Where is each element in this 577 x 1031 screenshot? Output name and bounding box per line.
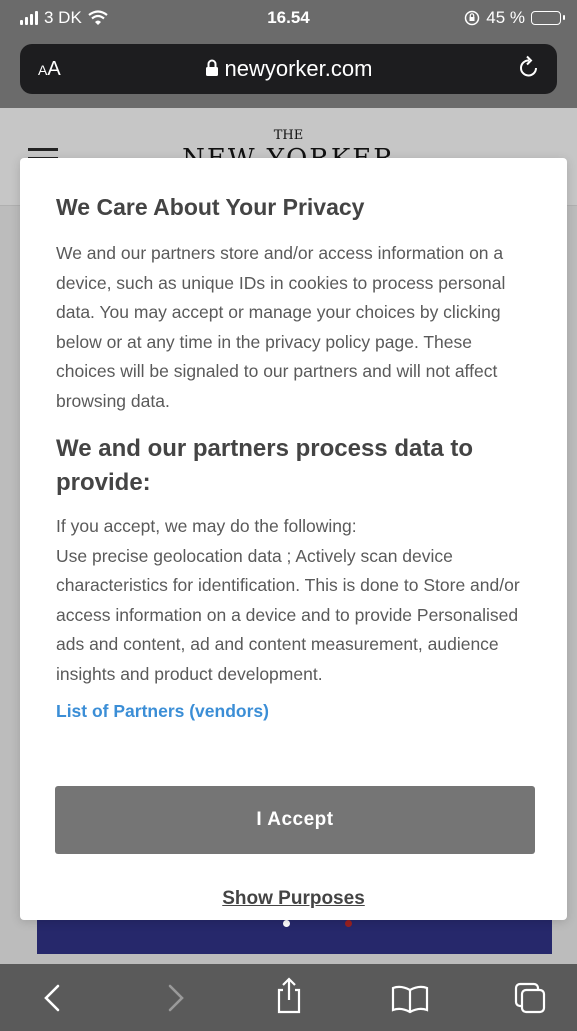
partners-link[interactable]: List of Partners (vendors) bbox=[56, 701, 533, 722]
back-icon[interactable] bbox=[30, 982, 80, 1014]
battery-percent: 45 % bbox=[486, 8, 525, 27]
carousel-dot bbox=[345, 920, 352, 927]
address-bar[interactable]: AA newyorker.com bbox=[20, 44, 557, 94]
lock-icon bbox=[205, 59, 218, 76]
site-logo-small: THE bbox=[273, 128, 304, 143]
battery-icon bbox=[531, 11, 565, 25]
orientation-lock-icon bbox=[465, 10, 480, 26]
carousel-dot bbox=[283, 920, 290, 927]
tabs-icon[interactable] bbox=[506, 980, 556, 1016]
reload-icon[interactable] bbox=[517, 54, 541, 80]
accept-button[interactable]: I Accept bbox=[55, 786, 535, 854]
dialog-details-line1: If you accept, we may do the following: bbox=[56, 516, 357, 536]
share-icon[interactable] bbox=[264, 976, 314, 1016]
dialog-title: We Care About Your Privacy bbox=[56, 194, 365, 220]
status-bar: 3 DK 16.54 45 % bbox=[0, 0, 577, 36]
browser-chrome: AA newyorker.com bbox=[0, 36, 577, 108]
url-text: newyorker.com bbox=[224, 56, 373, 81]
browser-toolbar bbox=[0, 964, 577, 1031]
dialog-subtitle: We and our partners process data to prov… bbox=[56, 435, 473, 496]
dialog-intro-text: We and our partners store and/or access … bbox=[56, 243, 506, 411]
url-display[interactable]: newyorker.com bbox=[20, 56, 557, 82]
page-banner bbox=[37, 920, 552, 954]
status-right: 45 % bbox=[464, 8, 565, 28]
privacy-consent-dialog: We Care About Your Privacy We and our pa… bbox=[20, 158, 567, 920]
show-purposes-link[interactable]: Show Purposes bbox=[20, 888, 567, 910]
dialog-details-line2: Use precise geolocation data ; Actively … bbox=[56, 545, 520, 684]
forward-icon[interactable] bbox=[148, 982, 198, 1014]
bookmarks-icon[interactable] bbox=[385, 982, 435, 1014]
